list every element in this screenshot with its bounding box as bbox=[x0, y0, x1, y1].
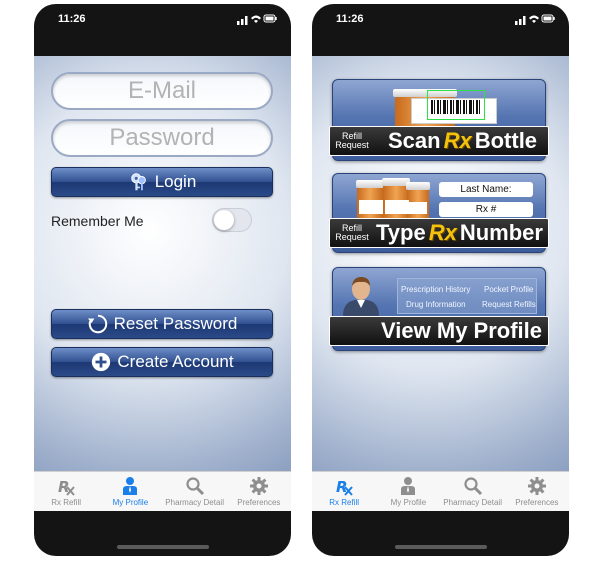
tab-my-profile[interactable]: My Profile bbox=[376, 472, 440, 511]
magnifier-icon bbox=[464, 477, 482, 496]
email-field[interactable]: E-Mail bbox=[51, 72, 273, 110]
keys-icon bbox=[130, 173, 146, 191]
request-refills-link: Request Refills bbox=[482, 300, 536, 309]
status-time: 11:26 bbox=[336, 13, 364, 25]
tab-label: Pharmacy Detail bbox=[443, 498, 502, 507]
rx-icon: R bbox=[58, 478, 75, 496]
tab-preferences[interactable]: Preferences bbox=[227, 472, 291, 511]
refill-request-label: Refill Request bbox=[335, 223, 369, 242]
person-icon bbox=[401, 477, 416, 495]
scan-bottle-button[interactable]: Refill Request Scan Rx Bottle bbox=[329, 79, 549, 161]
gear-icon bbox=[527, 477, 546, 495]
phone-left: 11:26 E-Mail Password Login Remember Me bbox=[34, 4, 291, 556]
tab-bar: R Rx Refill My Profile Pharmacy Detail P… bbox=[34, 471, 291, 511]
status-icons bbox=[515, 14, 555, 25]
reset-password-button[interactable]: Reset Password bbox=[51, 309, 273, 339]
profile-banner: View My Profile bbox=[329, 316, 549, 346]
number-label: Number bbox=[459, 220, 543, 245]
profile-links-panel: Prescription History Pocket Profile Drug… bbox=[397, 278, 537, 314]
refresh-icon bbox=[87, 314, 107, 334]
refill-request-label: Refill Request bbox=[335, 131, 369, 150]
toggle-knob bbox=[214, 210, 234, 230]
remember-me-toggle[interactable] bbox=[212, 208, 252, 232]
login-screen: E-Mail Password Login Remember Me Reset … bbox=[34, 56, 291, 471]
tab-rx-refill[interactable]: R Rx Refill bbox=[312, 472, 376, 511]
home-indicator bbox=[394, 545, 487, 549]
reset-password-label: Reset Password bbox=[113, 314, 238, 333]
tab-label: My Profile bbox=[112, 498, 149, 507]
status-icons bbox=[237, 14, 277, 25]
status-time: 11:26 bbox=[58, 13, 86, 25]
bottle-label: Bottle bbox=[474, 128, 538, 153]
type-number-button[interactable]: Last Name: Rx # Refill Request Type Rx N… bbox=[329, 173, 549, 253]
password-field[interactable]: Password bbox=[51, 119, 273, 157]
remember-me-label: Remember Me bbox=[51, 213, 144, 229]
rx-logo: Rx bbox=[428, 220, 457, 245]
view-profile-label: View My Profile bbox=[381, 318, 542, 343]
status-bar: 11:26 bbox=[312, 4, 569, 56]
scan-label: Scan bbox=[388, 128, 441, 153]
tab-label: My Profile bbox=[390, 498, 427, 507]
tab-pharmacy-detail[interactable]: Pharmacy Detail bbox=[441, 472, 505, 511]
prescription-history-link: Prescription History bbox=[401, 285, 471, 294]
tab-label: Preferences bbox=[237, 498, 281, 507]
tab-label: Pharmacy Detail bbox=[165, 498, 224, 507]
tab-preferences[interactable]: Preferences bbox=[505, 472, 569, 511]
plus-circle-icon bbox=[92, 352, 111, 372]
status-bar: 11:26 bbox=[34, 4, 291, 56]
login-label: Login bbox=[154, 172, 197, 191]
home-screen: Refill Request Scan Rx Bottle Last Name:… bbox=[312, 56, 569, 471]
pocket-profile-link: Pocket Profile bbox=[484, 285, 534, 294]
create-account-label: Create Account bbox=[117, 352, 234, 371]
home-indicator bbox=[116, 545, 209, 549]
tab-bar: R Rx Refill My Profile Pharmacy Detail P… bbox=[312, 471, 569, 511]
create-account-button[interactable]: Create Account bbox=[51, 347, 273, 377]
tab-pharmacy-detail[interactable]: Pharmacy Detail bbox=[163, 472, 227, 511]
gear-icon bbox=[249, 477, 268, 495]
scan-banner: Refill Request Scan Rx Bottle bbox=[329, 126, 549, 156]
view-profile-button[interactable]: Prescription History Pocket Profile Drug… bbox=[329, 267, 549, 351]
person-icon bbox=[123, 477, 138, 495]
type-label: Type bbox=[376, 220, 426, 245]
rx-icon: R bbox=[336, 478, 353, 496]
rx-number-field: Rx # bbox=[439, 202, 533, 217]
tab-rx-refill[interactable]: R Rx Refill bbox=[34, 472, 98, 511]
avatar-icon bbox=[343, 277, 379, 316]
tab-label: Rx Refill bbox=[51, 498, 82, 507]
drug-information-link: Drug Information bbox=[406, 300, 466, 309]
magnifier-icon bbox=[186, 477, 204, 496]
phone-right: 11:26 Refill Request Scan Rx Bottle Last… bbox=[312, 4, 569, 556]
type-banner: Refill Request Type Rx Number bbox=[329, 218, 549, 248]
tab-label: Preferences bbox=[515, 498, 559, 507]
tab-my-profile[interactable]: My Profile bbox=[98, 472, 162, 511]
login-button[interactable]: Login bbox=[51, 167, 273, 197]
last-name-field: Last Name: bbox=[439, 182, 533, 197]
rx-logo: Rx bbox=[443, 128, 472, 153]
tab-label: Rx Refill bbox=[329, 498, 360, 507]
